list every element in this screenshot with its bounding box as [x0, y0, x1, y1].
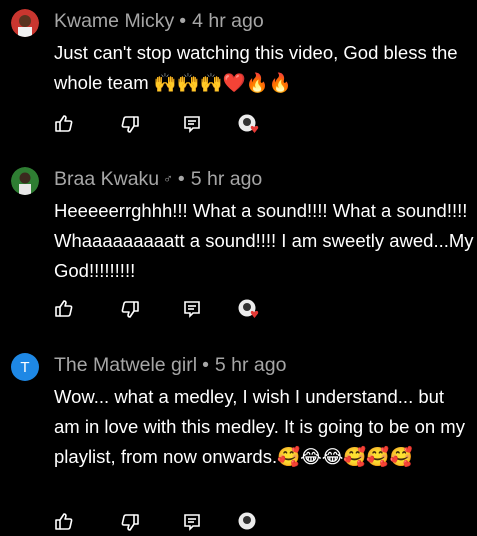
reply-icon[interactable]: [182, 114, 202, 134]
emoji-group: 🙌🙌🙌❤️🔥🔥: [153, 73, 292, 94]
thumbs-down-icon[interactable]: [120, 512, 140, 532]
avatar[interactable]: T: [11, 353, 39, 381]
comment-header: Braa Kwaku ♂ • 5 hr ago: [54, 168, 262, 191]
thumbs-up-icon[interactable]: [54, 299, 74, 319]
separator: •: [202, 354, 209, 376]
timestamp: 5 hr ago: [190, 168, 263, 190]
thumbs-down-icon[interactable]: [120, 299, 140, 319]
comment-header: Kwame Micky • 4 hr ago: [54, 10, 264, 33]
comment-text: Wow... what a medley, I wish I understan…: [54, 386, 465, 468]
timestamp: 5 hr ago: [214, 354, 287, 376]
emoji-group: 🥰😂😂🥰🥰🥰: [277, 447, 413, 468]
author-name[interactable]: Braa Kwaku: [54, 168, 159, 190]
creator-heart-icon: [237, 512, 263, 532]
creator-heart-icon: [237, 114, 263, 134]
separator: •: [177, 168, 185, 190]
thumbs-down-icon[interactable]: [120, 114, 140, 134]
separator: •: [179, 10, 187, 32]
comment-text: Just can't stop watching this video, God…: [54, 42, 458, 94]
thumbs-up-icon[interactable]: [54, 512, 74, 532]
avatar[interactable]: [11, 167, 39, 195]
gender-symbol: ♂: [163, 171, 173, 186]
timestamp: 4 hr ago: [192, 10, 264, 32]
reply-icon[interactable]: [182, 299, 202, 319]
reply-icon[interactable]: [182, 512, 202, 532]
comment-header: The Matwele girl • 5 hr ago: [54, 354, 286, 377]
comment-text: Heeeeerrghhh!!! What a sound!!!! What a …: [54, 200, 474, 281]
avatar[interactable]: [11, 9, 39, 37]
author-name[interactable]: Kwame Micky: [54, 10, 174, 32]
thumbs-up-icon[interactable]: [54, 114, 74, 134]
author-name[interactable]: The Matwele girl: [54, 354, 197, 376]
creator-heart-icon: [237, 299, 263, 319]
